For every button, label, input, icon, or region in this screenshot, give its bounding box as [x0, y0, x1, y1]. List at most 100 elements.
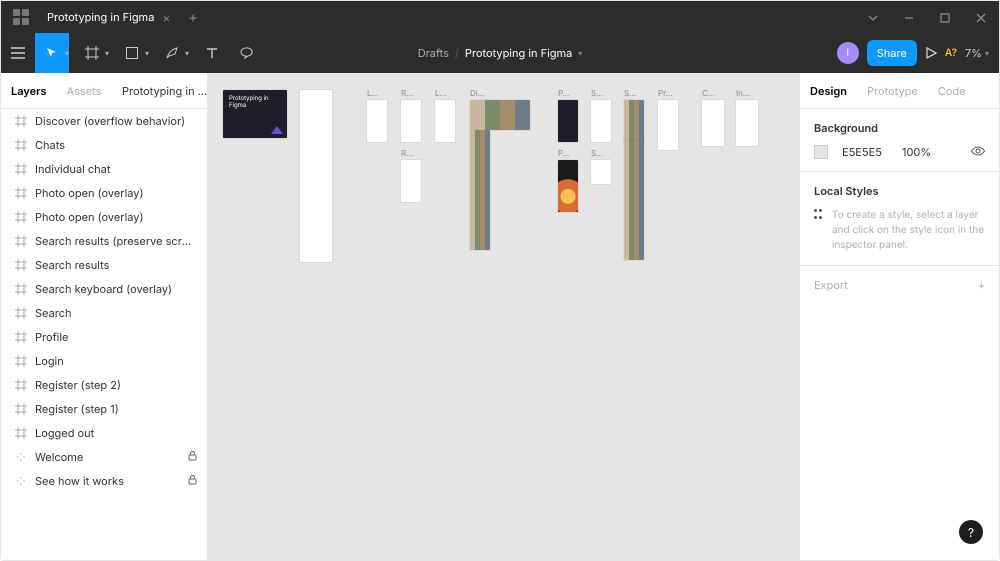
zoom-chevron-down-icon: ▾: [985, 48, 989, 58]
canvas-frame[interactable]: R…: [401, 88, 421, 142]
tab-layers[interactable]: Layers: [1, 73, 57, 108]
canvas-frame[interactable]: P…: [558, 148, 578, 212]
frame-title: Di…: [470, 88, 530, 98]
main-menu-icon[interactable]: [1, 33, 35, 73]
file-tab-close-icon[interactable]: ×: [162, 10, 170, 25]
tab-prototype[interactable]: Prototype: [857, 84, 928, 98]
canvas-frame[interactable]: [624, 138, 644, 260]
figma-window: Prototyping in Figma × + ▾ ▾: [0, 0, 1000, 561]
canvas-frame[interactable]: P…: [558, 88, 578, 142]
frame-title: S…: [591, 88, 611, 98]
frame-icon: [15, 427, 27, 439]
frame-title: L…: [367, 88, 387, 98]
canvas-frame[interactable]: S…: [591, 148, 611, 184]
home-grid-icon[interactable]: [13, 9, 29, 25]
layer-label: Search keyboard (overlay): [35, 282, 197, 296]
layer-label: Discover (overflow behavior): [35, 114, 197, 128]
canvas-frame[interactable]: Pr…: [658, 88, 678, 150]
styles-grid-icon[interactable]: [814, 208, 822, 220]
layer-row[interactable]: Individual chat: [1, 157, 207, 181]
breadcrumb-file: Prototyping in Figma: [465, 46, 572, 60]
breadcrumb[interactable]: Drafts / Prototyping in Figma ▾: [418, 46, 583, 60]
frame-icon: [15, 379, 27, 391]
frame-title: P…: [558, 148, 578, 158]
frame-title: C…: [702, 88, 724, 98]
frame-title: L…: [435, 88, 455, 98]
text-tool[interactable]: [195, 33, 229, 73]
new-tab-button[interactable]: +: [180, 9, 205, 26]
breadcrumb-chevron-down-icon[interactable]: ▾: [578, 48, 582, 58]
file-tab[interactable]: Prototyping in Figma ×: [41, 1, 180, 33]
layer-row[interactable]: Logged out: [1, 421, 207, 445]
canvas-frame[interactable]: Prototyping in Figma: [223, 88, 287, 138]
left-panel: Layers Assets Prototyping in … Discover …: [1, 73, 208, 560]
canvas-frame[interactable]: S…: [624, 88, 644, 142]
layer-row[interactable]: See how it works: [1, 469, 207, 493]
component-icon: [15, 452, 27, 462]
window-maximize-icon[interactable]: [927, 10, 963, 24]
move-tool-chevron-down-icon[interactable]: ▾: [65, 48, 75, 58]
layer-label: Search: [35, 306, 197, 320]
export-section[interactable]: Export +: [800, 266, 999, 304]
background-section: Background E5E5E5 100%: [800, 109, 999, 172]
layer-row[interactable]: Chats: [1, 133, 207, 157]
zoom-dropdown[interactable]: 7% ▾: [965, 46, 989, 60]
canvas-frame[interactable]: Di…: [470, 88, 530, 130]
comment-tool[interactable]: [229, 33, 263, 73]
shape-tool[interactable]: [115, 33, 149, 73]
window-close-icon[interactable]: [963, 10, 999, 24]
layer-row[interactable]: Welcome: [1, 445, 207, 469]
export-plus-icon[interactable]: +: [978, 278, 985, 292]
window-chevron-down-icon[interactable]: [855, 10, 891, 24]
tab-design[interactable]: Design: [800, 84, 857, 98]
pen-tool[interactable]: [155, 33, 189, 73]
pen-tool-chevron-down-icon[interactable]: ▾: [185, 48, 195, 58]
canvas[interactable]: Prototyping in Figma L… R… R… L… Di… P… P… S… S… S…: [208, 73, 799, 560]
canvas-frame[interactable]: S…: [591, 88, 611, 142]
canvas-frame[interactable]: L…: [435, 88, 455, 142]
background-swatch[interactable]: [814, 145, 828, 159]
canvas-frame[interactable]: C…: [702, 88, 724, 146]
background-hex-input[interactable]: E5E5E5: [842, 145, 888, 159]
tab-code[interactable]: Code: [928, 84, 976, 98]
layer-row[interactable]: Photo open (overlay): [1, 181, 207, 205]
layer-row[interactable]: Login: [1, 349, 207, 373]
avatar[interactable]: I: [837, 42, 859, 64]
canvas-frame[interactable]: L…: [367, 88, 387, 142]
background-opacity-input[interactable]: 100%: [902, 145, 957, 159]
layer-row[interactable]: Photo open (overlay): [1, 205, 207, 229]
shape-tool-chevron-down-icon[interactable]: ▾: [145, 48, 155, 58]
canvas-frame[interactable]: [300, 88, 332, 262]
layer-label: Profile: [35, 330, 197, 344]
layer-row[interactable]: Register (step 1): [1, 397, 207, 421]
layer-row[interactable]: Register (step 2): [1, 373, 207, 397]
layer-label: Register (step 2): [35, 378, 197, 392]
share-button[interactable]: Share: [867, 40, 917, 66]
layer-row[interactable]: Search results (preserve scroll po…: [1, 229, 207, 253]
move-tool[interactable]: [35, 33, 69, 73]
frame-title: R…: [401, 148, 421, 158]
layer-row[interactable]: Search results: [1, 253, 207, 277]
present-button[interactable]: [925, 33, 937, 73]
main-content: Layers Assets Prototyping in … Discover …: [1, 73, 999, 560]
file-tab-label: Prototyping in Figma: [47, 10, 154, 24]
canvas-frame[interactable]: R…: [401, 148, 421, 202]
frame-tool-chevron-down-icon[interactable]: ▾: [105, 48, 115, 58]
tab-assets[interactable]: Assets: [57, 73, 112, 108]
frame-icon: [15, 211, 27, 223]
layer-label: Login: [35, 354, 197, 368]
help-button[interactable]: ?: [959, 520, 983, 544]
layer-row[interactable]: Search keyboard (overlay): [1, 277, 207, 301]
layer-row[interactable]: Search: [1, 301, 207, 325]
visibility-toggle-icon[interactable]: [971, 145, 985, 159]
frame-tool[interactable]: [75, 33, 109, 73]
canvas-frame[interactable]: [470, 128, 490, 250]
frame-icon: [15, 139, 27, 151]
layer-row[interactable]: Discover (overflow behavior): [1, 109, 207, 133]
page-dropdown[interactable]: Prototyping in …: [112, 73, 207, 108]
layer-row[interactable]: Profile: [1, 325, 207, 349]
window-minimize-icon[interactable]: [891, 10, 927, 24]
missing-fonts-indicator[interactable]: A?: [945, 47, 957, 59]
frame-title: Pr…: [658, 88, 678, 98]
canvas-frame[interactable]: In…: [736, 88, 758, 146]
